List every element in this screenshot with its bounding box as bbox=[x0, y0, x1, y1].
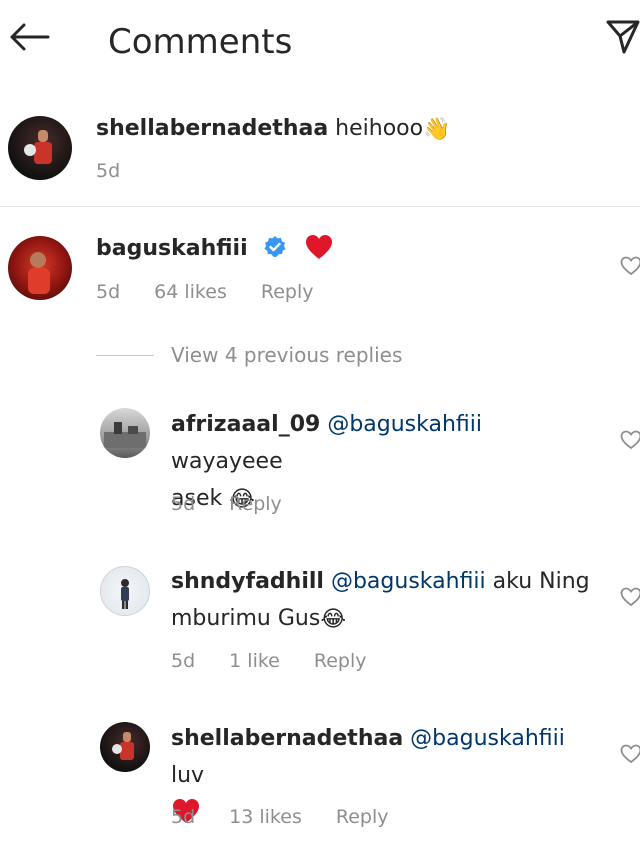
timestamp: 5d bbox=[171, 806, 196, 828]
comment-text: heihooo bbox=[328, 116, 424, 141]
arrow-left-icon[interactable] bbox=[8, 22, 50, 52]
username[interactable]: shellabernadethaa bbox=[171, 726, 403, 751]
reply-button[interactable]: Reply bbox=[229, 493, 282, 515]
avatar-photo bbox=[104, 422, 146, 448]
avatar[interactable] bbox=[8, 116, 72, 180]
reply-text-line1: luv bbox=[171, 763, 205, 788]
avatar-photo bbox=[112, 732, 134, 760]
paper-plane-icon[interactable] bbox=[604, 16, 640, 56]
reply-text-line2: mburimu Gus bbox=[171, 606, 321, 631]
reply-button[interactable]: Reply bbox=[336, 806, 389, 828]
caption-meta: 5d bbox=[96, 160, 154, 182]
view-replies-line bbox=[96, 355, 154, 356]
reply-text-line1: wayayeee bbox=[171, 449, 283, 474]
username[interactable]: afrizaaal_09 bbox=[171, 412, 320, 437]
mention-link[interactable]: @baguskahfiii bbox=[331, 569, 486, 594]
reply-meta: 5d 1 like Reply bbox=[171, 650, 400, 672]
avatar[interactable] bbox=[100, 408, 150, 458]
username[interactable]: baguskahfiii bbox=[96, 236, 248, 261]
mention-link[interactable]: @baguskahfiii bbox=[327, 412, 482, 437]
like-count[interactable]: 64 likes bbox=[154, 281, 227, 303]
timestamp: 5d bbox=[171, 493, 196, 515]
divider bbox=[0, 206, 640, 207]
timestamp: 5d bbox=[96, 160, 121, 182]
heart-outline-icon[interactable] bbox=[620, 587, 640, 607]
reply-button[interactable]: Reply bbox=[314, 650, 367, 672]
reply-button[interactable]: Reply bbox=[261, 281, 314, 303]
avatar[interactable] bbox=[100, 566, 150, 616]
avatar[interactable] bbox=[100, 722, 150, 772]
username[interactable]: shndyfadhill bbox=[171, 569, 324, 594]
reply-meta: 5d Reply bbox=[171, 493, 316, 515]
mention-link[interactable]: @baguskahfiii bbox=[410, 726, 565, 751]
avatar-photo bbox=[121, 579, 129, 609]
comment-line: baguskahfiii bbox=[96, 230, 334, 267]
timestamp: 5d bbox=[96, 281, 121, 303]
like-count[interactable]: 1 like bbox=[229, 650, 280, 672]
laughing-emoji: 😂 bbox=[320, 606, 347, 632]
reply-text-line1: aku Ning bbox=[485, 569, 590, 594]
view-previous-replies-button[interactable]: View 4 previous replies bbox=[171, 343, 402, 367]
username[interactable]: shellabernadethaa bbox=[96, 116, 328, 141]
timestamp: 5d bbox=[171, 650, 196, 672]
heart-outline-icon[interactable] bbox=[620, 430, 640, 450]
heart-outline-icon[interactable] bbox=[620, 256, 640, 276]
red-heart-emoji-icon bbox=[305, 235, 332, 259]
verified-badge-icon bbox=[264, 236, 286, 257]
avatar[interactable] bbox=[8, 236, 72, 300]
caption-text: shellabernadethaa heihooo👋 bbox=[96, 110, 451, 148]
heart-outline-icon[interactable] bbox=[620, 744, 640, 764]
page-title: Comments bbox=[108, 22, 293, 62]
like-count[interactable]: 13 likes bbox=[229, 806, 302, 828]
reply-text: shndyfadhill @baguskahfiii aku Ning mbur… bbox=[171, 563, 591, 638]
reply-meta: 5d 13 likes Reply bbox=[171, 806, 422, 828]
avatar-photo bbox=[24, 130, 52, 164]
avatar-photo bbox=[28, 252, 50, 294]
waving-hand-emoji: 👋 bbox=[423, 116, 451, 142]
comment-meta: 5d 64 likes Reply bbox=[96, 281, 347, 303]
